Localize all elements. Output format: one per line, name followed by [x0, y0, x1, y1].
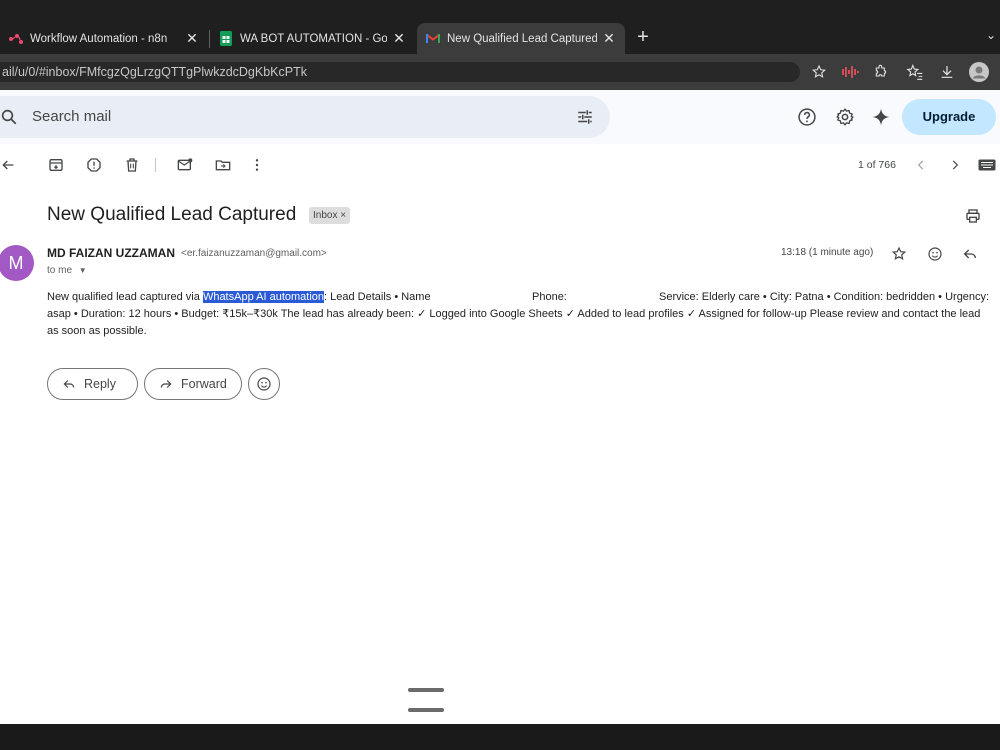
bookmark-star-icon[interactable]	[810, 63, 828, 81]
profile-avatar-icon[interactable]	[968, 61, 990, 83]
print-icon[interactable]	[964, 207, 982, 225]
reply-icon	[62, 377, 76, 391]
extensions-puzzle-icon[interactable]	[872, 63, 890, 81]
tab-label: Workflow Automation - n8n	[30, 32, 168, 45]
selected-text: WhatsApp AI automation	[202, 291, 325, 303]
gmail-page: Search mail Upgrade 1 of 766 New Qualifi…	[0, 90, 1000, 724]
mark-unread-icon[interactable]	[176, 156, 194, 174]
emoji-button[interactable]	[248, 368, 280, 400]
move-to-folder-icon[interactable]	[214, 156, 232, 174]
chevron-right-icon[interactable]	[946, 156, 964, 174]
chevron-down-icon[interactable]: ⌄	[986, 28, 996, 42]
email-subject: New Qualified Lead Captured	[47, 204, 297, 225]
pagination-count: 1 of 766	[858, 159, 896, 171]
sender-name[interactable]: MD FAIZAN UZZAMAN	[47, 246, 175, 260]
delete-icon[interactable]	[123, 156, 141, 174]
help-icon[interactable]	[796, 106, 818, 128]
search-options-icon[interactable]	[576, 108, 594, 131]
archive-icon[interactable]	[47, 156, 65, 174]
emoji-reaction-icon[interactable]	[926, 245, 944, 263]
body-line-1: New qualified lead captured via WhatsApp…	[47, 291, 990, 303]
tab-google-sheets[interactable]: WA BOT AUTOMATION - Google S ✕	[210, 23, 415, 54]
gemini-sparkle-icon[interactable]	[870, 106, 892, 128]
tab-gmail-active[interactable]: New Qualified Lead Captured - er. ✕	[417, 23, 625, 54]
report-spam-icon[interactable]	[85, 156, 103, 174]
search-bar[interactable]: Search mail	[0, 96, 610, 138]
forward-icon	[159, 377, 173, 391]
reply-arrow-icon[interactable]	[961, 245, 979, 263]
tab-label: New Qualified Lead Captured - er.	[447, 32, 597, 45]
search-icon[interactable]	[0, 108, 18, 131]
search-input[interactable]: Search mail	[32, 108, 111, 125]
tab-label: WA BOT AUTOMATION - Google S	[240, 32, 387, 45]
favorites-icon[interactable]	[906, 63, 924, 81]
body-line-3: as soon as possible.	[47, 325, 147, 337]
back-arrow-icon[interactable]	[0, 156, 17, 174]
tab-n8n[interactable]: Workflow Automation - n8n ✕	[0, 23, 208, 54]
more-vert-icon[interactable]	[248, 156, 266, 174]
inbox-label-badge[interactable]: Inbox ×	[309, 207, 351, 224]
forward-button[interactable]: Forward	[144, 368, 242, 400]
chevron-left-icon[interactable]	[912, 156, 930, 174]
drag-handle[interactable]	[408, 688, 444, 692]
window-frame-top	[0, 0, 1000, 20]
url-field[interactable]: ail/u/0/#inbox/FMfcgzQgLrzgQTTgPlwkzdcDg…	[0, 62, 800, 82]
new-tab-button[interactable]: +	[632, 26, 654, 48]
settings-gear-icon[interactable]	[834, 106, 856, 128]
gmail-header: Search mail Upgrade	[0, 90, 1000, 144]
keyboard-icon[interactable]	[978, 156, 996, 174]
sender-avatar[interactable]: M	[0, 245, 34, 281]
star-icon[interactable]	[890, 245, 908, 263]
gmail-icon	[425, 31, 441, 47]
address-bar-row: ail/u/0/#inbox/FMfcgzQgLrzgQTTgPlwkzdcDg…	[0, 54, 1000, 90]
sheets-icon	[218, 31, 234, 47]
reply-button[interactable]: Reply	[47, 368, 138, 400]
upgrade-button[interactable]: Upgrade	[902, 99, 996, 135]
drag-handle[interactable]	[408, 708, 444, 712]
body-line-2: asap • Duration: 12 hours • Budget: ₹15k…	[47, 308, 981, 320]
sender-email: <er.faizanuzzaman@gmail.com>	[181, 248, 327, 259]
message-toolbar: 1 of 766	[0, 150, 1000, 180]
extension-audio-icon[interactable]	[841, 63, 859, 81]
n8n-icon	[8, 31, 24, 47]
email-body: New qualified lead captured via WhatsApp…	[47, 289, 1000, 340]
close-icon[interactable]: ✕	[391, 30, 407, 47]
recipient-label: to me	[47, 265, 73, 276]
close-icon[interactable]: ✕	[184, 30, 200, 47]
browser-tab-bar: Workflow Automation - n8n ✕ WA BOT AUTOM…	[0, 20, 1000, 54]
close-icon[interactable]: ✕	[601, 30, 617, 47]
caret-down-icon[interactable]: ▼	[79, 266, 87, 275]
recipient-dropdown[interactable]: to me ▼	[47, 265, 87, 276]
download-icon[interactable]	[938, 63, 956, 81]
taskbar	[0, 724, 1000, 750]
email-timestamp: 13:18 (1 minute ago)	[781, 247, 874, 258]
